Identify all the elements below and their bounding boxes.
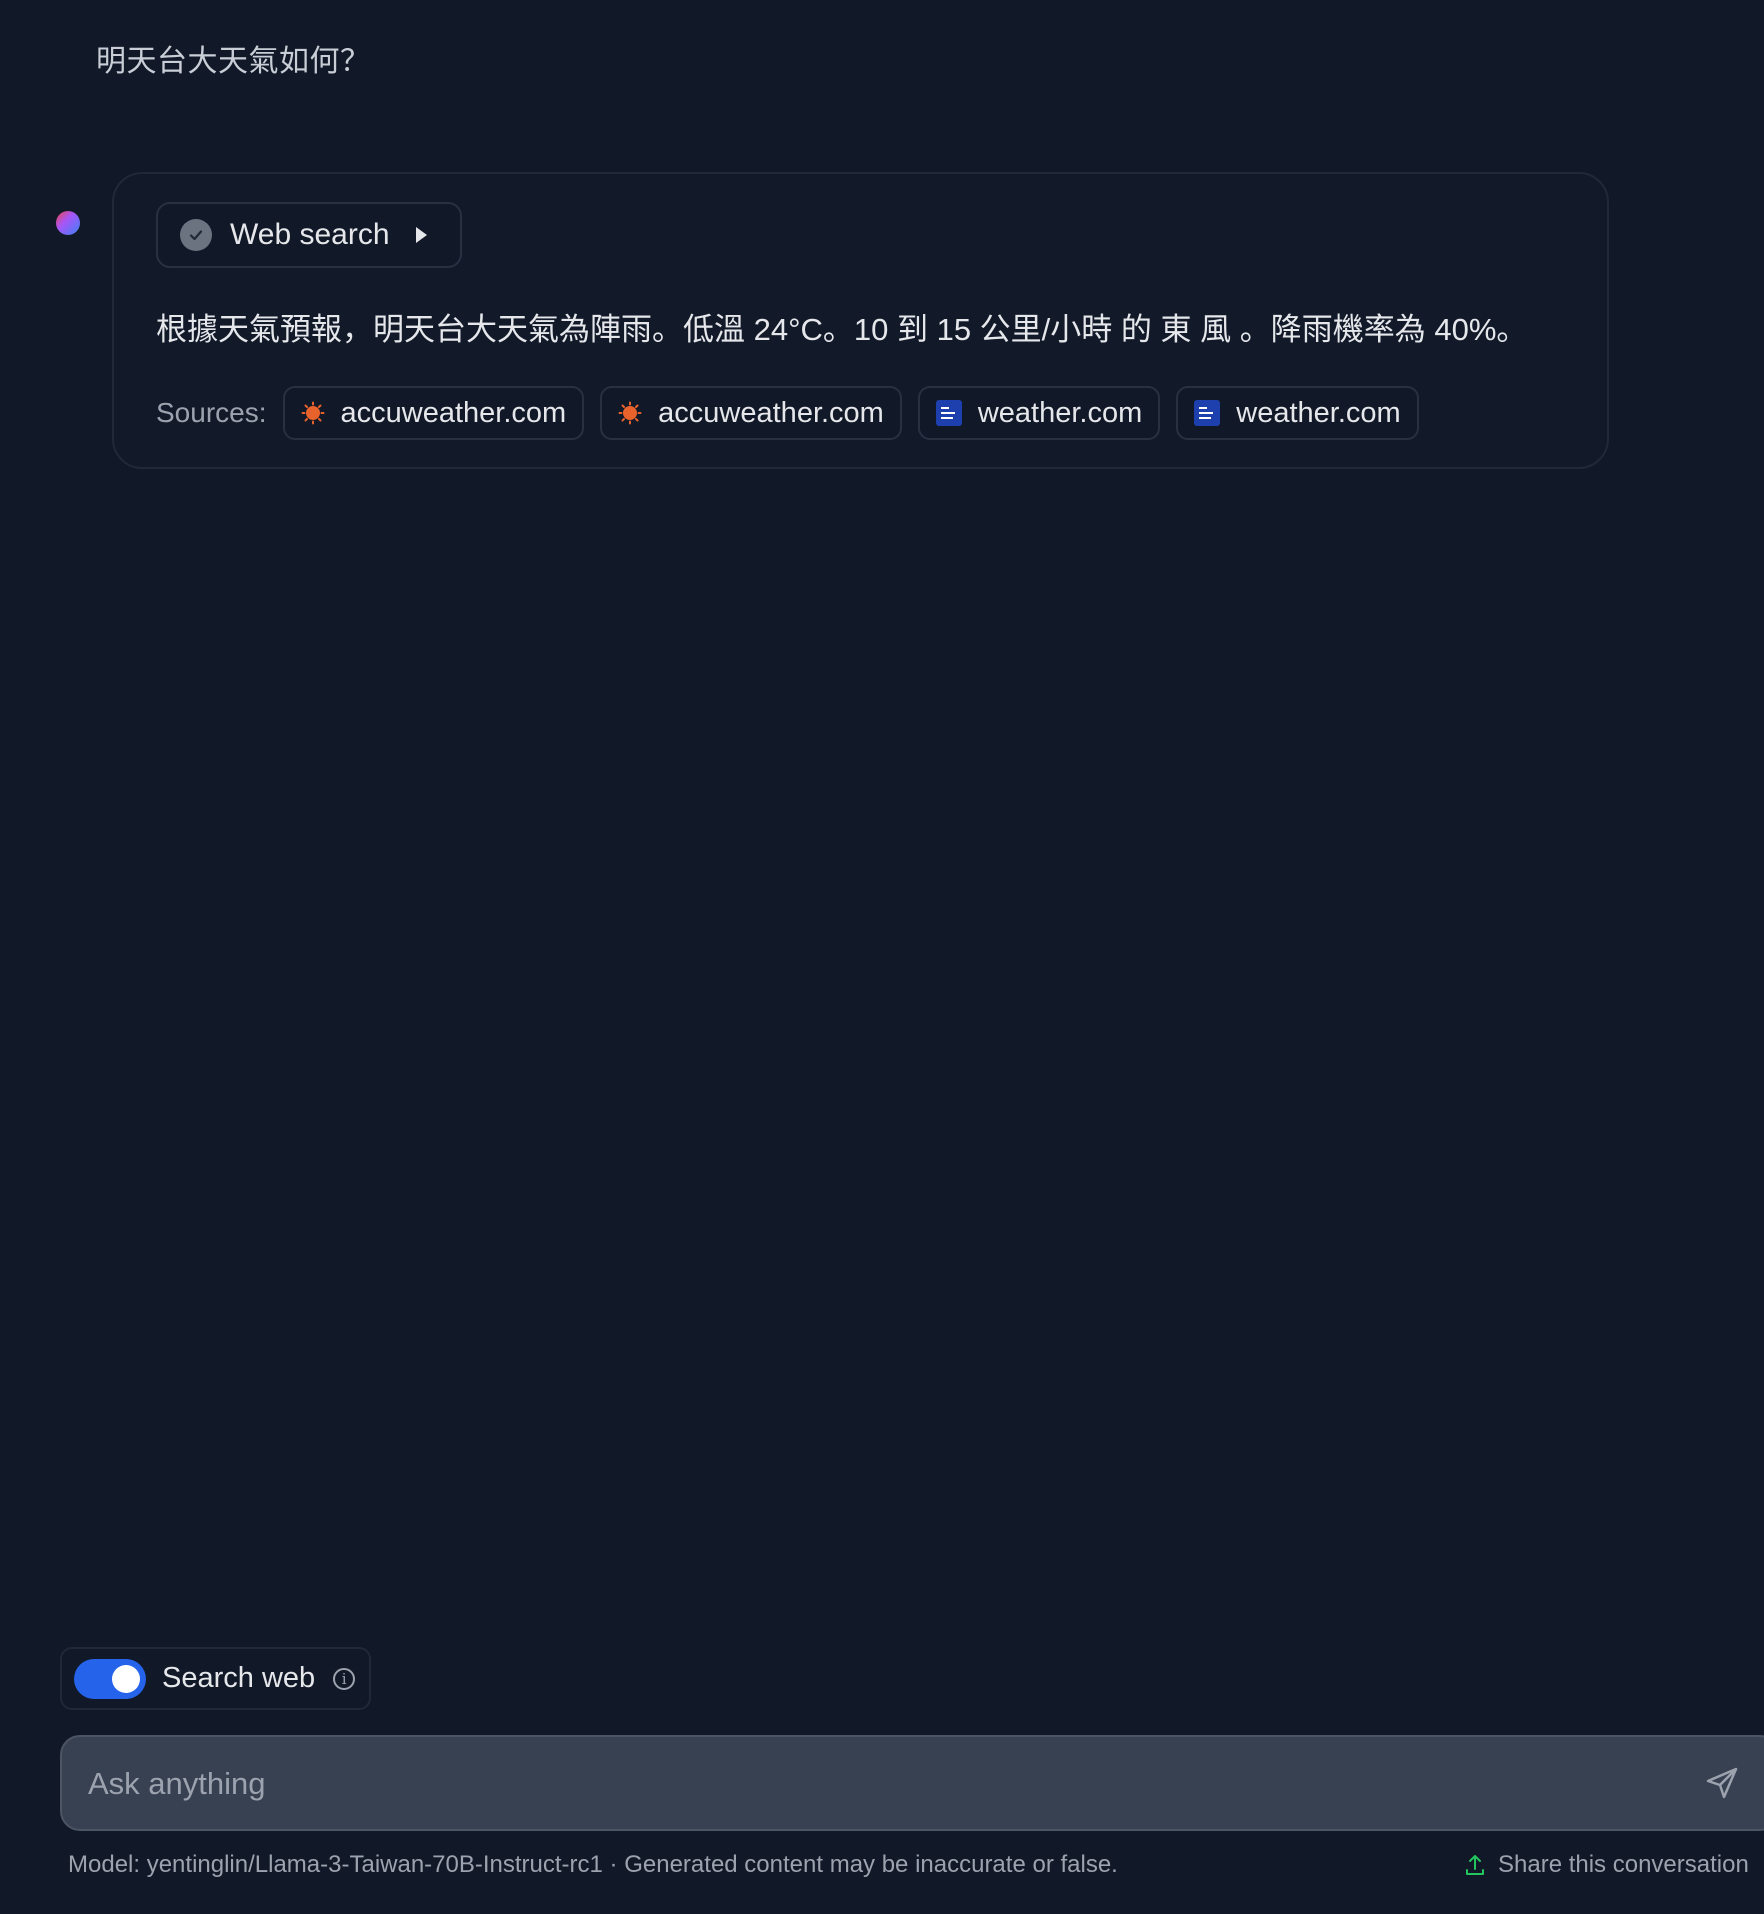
info-icon[interactable]: i (333, 1667, 356, 1690)
source-link-accuweather-2[interactable]: accuweather.com (600, 386, 902, 440)
share-icon (1466, 1855, 1484, 1875)
share-label: Share this conversation (1498, 1851, 1749, 1878)
source-label: accuweather.com (340, 396, 567, 429)
assistant-answer-text: 根據天氣預報，明天台大天氣為陣雨。低溫 24°C。10 到 15 公里/小時 的… (156, 312, 1528, 347)
check-circle-icon (180, 219, 212, 251)
source-link-weather-1[interactable]: weather.com (917, 386, 1161, 440)
model-notice: Model: yentinglin/Llama-3-Taiwan-70B-Ins… (68, 1851, 1118, 1878)
send-icon (1706, 1767, 1738, 1799)
source-link-weather-2[interactable]: weather.com (1176, 386, 1419, 440)
source-label: weather.com (977, 396, 1143, 429)
search-web-label: Search web (162, 1662, 316, 1694)
toggle-knob (112, 1664, 140, 1693)
web-search-toggle-button[interactable]: Web search (156, 202, 462, 268)
source-label: accuweather.com (658, 396, 884, 429)
search-web-control: Search web i (60, 1647, 371, 1710)
caret-right-icon (415, 227, 427, 243)
send-button[interactable] (1702, 1763, 1742, 1803)
sources-row: Sources: accuweather.com accuweather.com… (156, 386, 1435, 440)
chat-page: 明天台大天氣如何？ Web search 根據天氣預報，明天台大天氣為陣雨。低溫… (0, 0, 1764, 1914)
accuweather-icon (618, 401, 642, 425)
search-web-toggle[interactable] (74, 1658, 146, 1699)
composer (60, 1735, 1764, 1831)
accuweather-icon (301, 401, 325, 425)
weather-channel-icon (1194, 400, 1221, 426)
share-conversation-link[interactable]: Share this conversation (1464, 1851, 1749, 1879)
ask-input[interactable] (86, 1737, 1670, 1831)
assistant-avatar (56, 211, 80, 235)
web-search-label: Web search (230, 218, 390, 251)
user-message: 明天台大天氣如何？ (96, 45, 371, 78)
assistant-message-card: Web search 根據天氣預報，明天台大天氣為陣雨。低溫 24°C。10 到… (112, 172, 1609, 469)
source-link-accuweather-1[interactable]: accuweather.com (282, 386, 585, 440)
sources-label: Sources: (156, 397, 267, 428)
weather-channel-icon (935, 400, 962, 426)
source-label: weather.com (1236, 396, 1401, 429)
